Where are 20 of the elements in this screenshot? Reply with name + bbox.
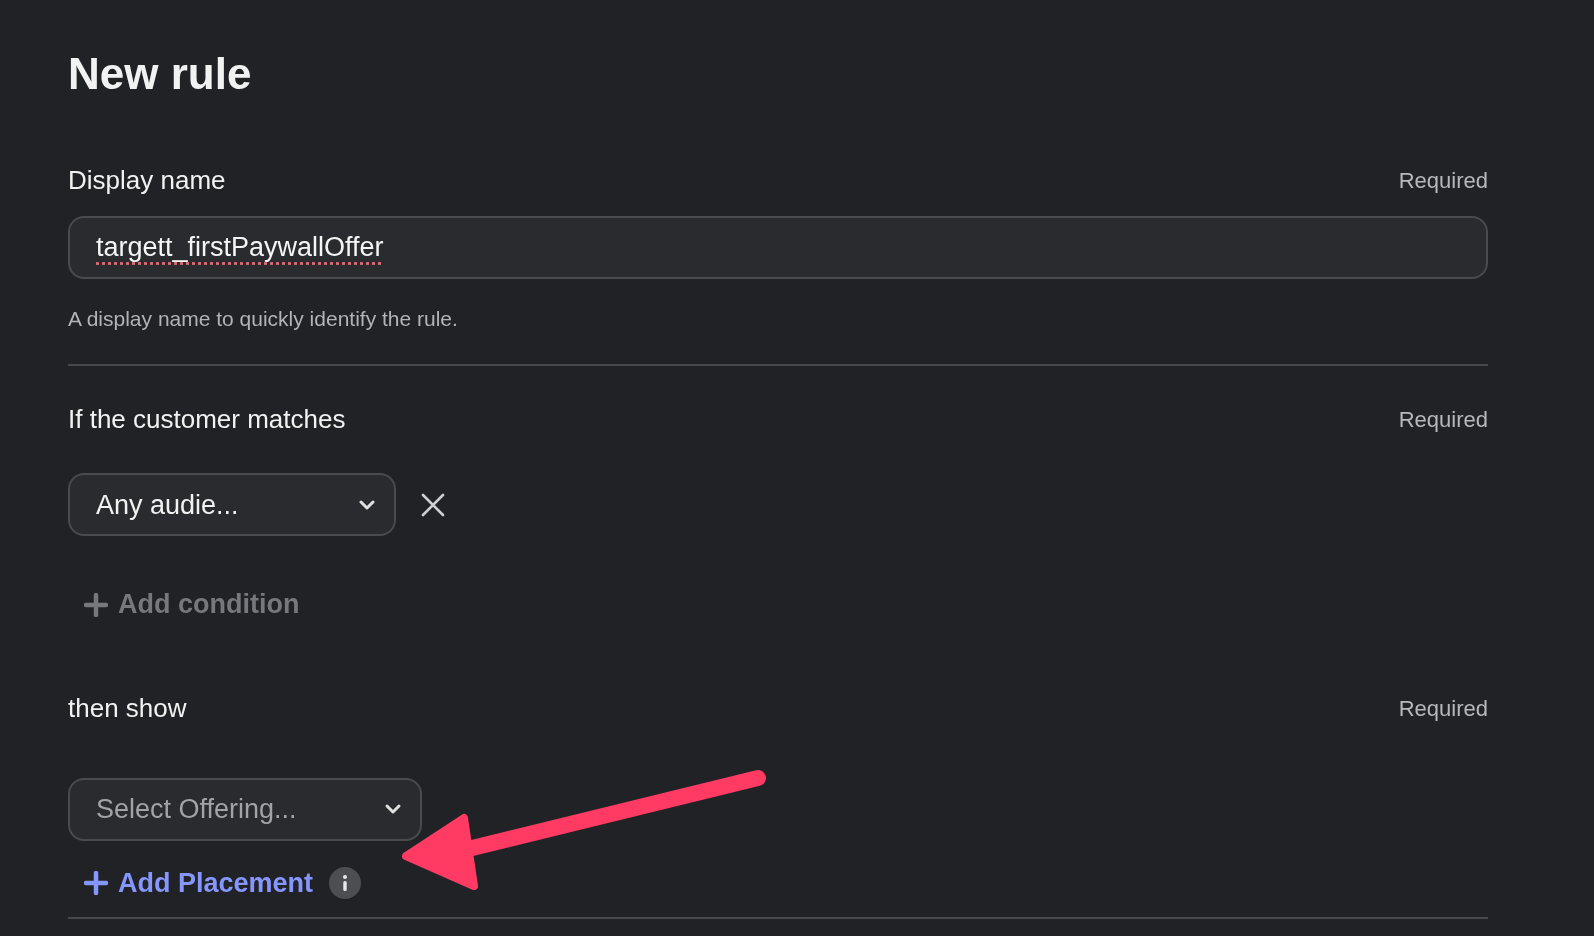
page-title: New rule [68, 48, 253, 100]
text-field[interactable]: targett_firstPaywallOffer [68, 215, 1488, 279]
close-icon [420, 491, 446, 518]
required-label: Required [1398, 694, 1488, 723]
info-icon[interactable] [329, 867, 362, 900]
plus-icon [84, 871, 108, 896]
offering-dropdown[interactable]: Select Offering... [68, 777, 422, 841]
help-text: A display name to quickly identify the rule. [68, 305, 459, 332]
section-label: If the customer matches [68, 403, 346, 437]
chevron-down-icon [384, 803, 402, 816]
close-button[interactable] [420, 491, 446, 518]
required-label: Required [1398, 166, 1488, 195]
required-label: Required [1398, 406, 1488, 435]
chevron-down-icon [358, 498, 376, 511]
plus-icon [84, 592, 108, 617]
add-placement-button[interactable]: Add Placement [68, 862, 314, 904]
section-label: Display name [68, 163, 226, 197]
field-value: targett_firstPaywallOffer [96, 231, 384, 265]
section-label: then show [68, 691, 187, 725]
audience-dropdown[interactable]: Any audie... [68, 473, 396, 537]
